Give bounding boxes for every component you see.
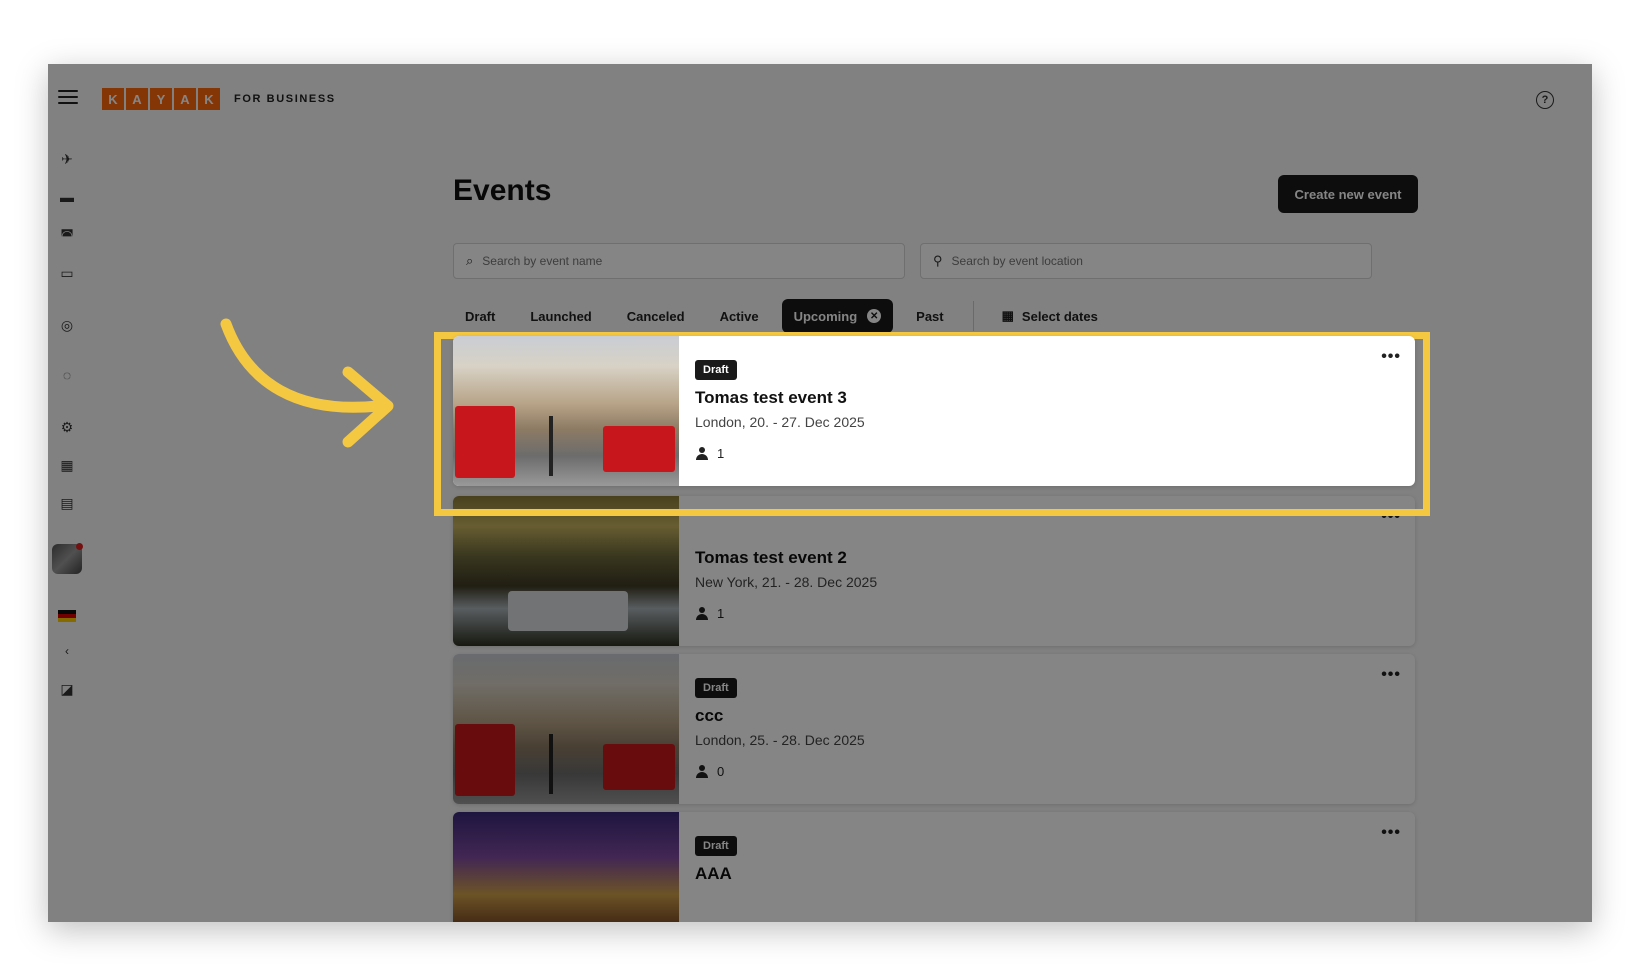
attendee-count: 0 bbox=[717, 764, 725, 779]
notification-dot bbox=[76, 543, 83, 550]
event-card[interactable]: Tomas test event 2 New York, 21. - 28. D… bbox=[453, 496, 1415, 646]
create-event-button[interactable]: Create new event bbox=[1278, 175, 1418, 213]
tab-upcoming[interactable]: Upcoming ✕ bbox=[781, 299, 894, 333]
location-pin-icon: ⚲ bbox=[933, 253, 943, 268]
sidebar: ✈ ▬ ◚ ▭ ◎ ◌ ⚙ ▦ ▤ ‹ ◪ bbox=[48, 134, 88, 922]
german-flag-icon[interactable] bbox=[58, 610, 76, 622]
event-subtitle: London, 20. - 27. Dec 2025 bbox=[695, 414, 865, 430]
event-attendees: 1 bbox=[695, 446, 724, 461]
event-card[interactable]: Draft AAA ••• bbox=[453, 812, 1415, 922]
event-location-input[interactable] bbox=[951, 254, 1332, 268]
search-icon: ⌕ bbox=[466, 253, 474, 268]
select-dates-button[interactable]: ▦ Select dates bbox=[990, 299, 1110, 333]
tab-canceled[interactable]: Canceled bbox=[615, 299, 697, 333]
status-badge: Draft bbox=[695, 836, 737, 856]
event-title: Tomas test event 2 bbox=[695, 548, 847, 567]
attendee-count: 1 bbox=[717, 606, 725, 621]
train-icon[interactable]: ▭ bbox=[58, 264, 76, 282]
feedback-icon[interactable]: ◪ bbox=[58, 680, 76, 698]
event-image-london bbox=[453, 336, 679, 486]
event-card[interactable]: Draft ccc London, 25. - 28. Dec 2025 0 •… bbox=[453, 654, 1415, 804]
main-content: Events Create new event ⌕ ⚲ Draft Launch… bbox=[453, 64, 1433, 922]
attendee-count: 1 bbox=[717, 446, 725, 461]
event-name-search[interactable]: ⌕ bbox=[453, 243, 905, 279]
event-card-body: Draft Tomas test event 3 London, 20. - 2… bbox=[695, 336, 1415, 486]
help-icon[interactable]: ? bbox=[1536, 91, 1554, 109]
tab-upcoming-label: Upcoming bbox=[793, 308, 858, 324]
person-icon bbox=[695, 764, 709, 779]
event-title: ccc bbox=[695, 706, 724, 725]
event-subtitle: London, 25. - 28. Dec 2025 bbox=[695, 732, 865, 748]
support-icon[interactable]: ◌ bbox=[58, 366, 76, 384]
event-image-newyork bbox=[453, 496, 679, 646]
more-options-icon[interactable]: ••• bbox=[1381, 824, 1401, 842]
event-location-search[interactable]: ⚲ bbox=[920, 243, 1372, 279]
event-image-london bbox=[453, 654, 679, 804]
event-image-market bbox=[453, 812, 679, 922]
logo-subtitle: FOR BUSINESS bbox=[234, 93, 336, 105]
page-title: Events bbox=[453, 174, 552, 207]
more-options-icon[interactable]: ••• bbox=[1381, 348, 1401, 366]
event-attendees: 0 bbox=[695, 764, 724, 779]
tab-active[interactable]: Active bbox=[708, 299, 771, 333]
logo-letter: A bbox=[126, 88, 148, 110]
menu-icon[interactable] bbox=[58, 90, 78, 106]
tab-divider bbox=[972, 301, 974, 331]
report-icon[interactable]: ▤ bbox=[58, 494, 76, 512]
pointer-arrow-icon bbox=[220, 318, 394, 448]
logo-letter: K bbox=[102, 88, 124, 110]
status-badge: Draft bbox=[695, 678, 737, 698]
person-icon bbox=[695, 446, 709, 461]
hotel-icon[interactable]: ▬ bbox=[58, 188, 76, 206]
event-card-body: Draft ccc London, 25. - 28. Dec 2025 0 •… bbox=[695, 654, 1415, 804]
event-card-body: Draft AAA ••• bbox=[695, 812, 1415, 922]
flight-icon[interactable]: ✈ bbox=[58, 150, 76, 168]
settings-icon[interactable]: ⚙ bbox=[58, 418, 76, 436]
event-subtitle: New York, 21. - 28. Dec 2025 bbox=[695, 574, 878, 590]
more-options-icon[interactable]: ••• bbox=[1381, 508, 1401, 526]
target-icon[interactable]: ◎ bbox=[58, 316, 76, 334]
calendar-icon[interactable]: ▦ bbox=[58, 456, 76, 474]
event-card-highlighted[interactable]: Draft Tomas test event 3 London, 20. - 2… bbox=[453, 336, 1415, 486]
status-badge: Draft bbox=[695, 360, 737, 380]
logo-letter: K bbox=[198, 88, 220, 110]
avatar[interactable] bbox=[52, 543, 83, 574]
event-title: AAA bbox=[695, 864, 732, 883]
collapse-icon[interactable]: ‹ bbox=[58, 642, 76, 660]
event-name-input[interactable] bbox=[482, 254, 863, 268]
select-dates-label: Select dates bbox=[1021, 308, 1098, 324]
app-window: K A Y A K FOR BUSINESS ? ✈ ▬ ◚ ▭ ◎ ◌ ⚙ ▦… bbox=[48, 64, 1592, 922]
clear-filter-icon[interactable]: ✕ bbox=[867, 309, 882, 323]
more-options-icon[interactable]: ••• bbox=[1381, 666, 1401, 684]
tab-past[interactable]: Past bbox=[904, 299, 955, 333]
event-title: Tomas test event 3 bbox=[695, 388, 847, 407]
logo-letter: A bbox=[174, 88, 196, 110]
tab-draft[interactable]: Draft bbox=[453, 299, 507, 333]
car-icon[interactable]: ◚ bbox=[58, 226, 76, 244]
calendar-icon: ▦ bbox=[1001, 308, 1014, 323]
event-card-body: Tomas test event 2 New York, 21. - 28. D… bbox=[695, 496, 1415, 646]
kayak-logo[interactable]: K A Y A K FOR BUSINESS bbox=[102, 88, 336, 110]
event-attendees: 1 bbox=[695, 606, 724, 621]
filter-tabs: Draft Launched Canceled Active Upcoming … bbox=[453, 299, 1121, 333]
logo-letter: Y bbox=[150, 88, 172, 110]
tab-launched[interactable]: Launched bbox=[518, 299, 603, 333]
person-icon bbox=[695, 606, 709, 621]
